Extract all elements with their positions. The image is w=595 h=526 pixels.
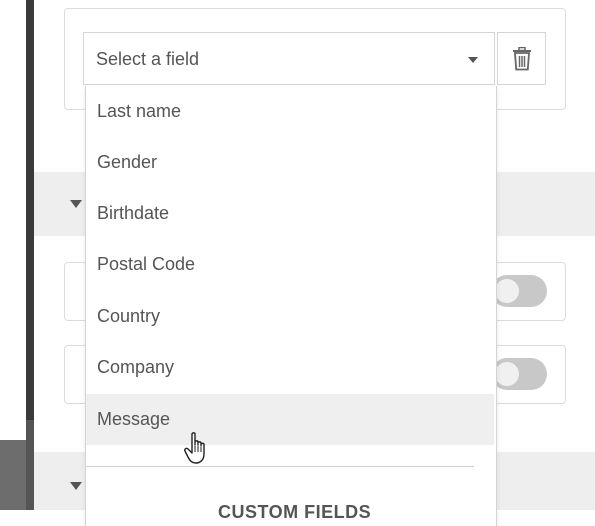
dropdown-option[interactable]: Postal Code <box>86 239 494 290</box>
dropdown-option-hovered[interactable]: Message <box>86 394 494 445</box>
hand-pointer-cursor-icon <box>184 432 205 464</box>
scrollbar-track <box>26 420 34 510</box>
toggle-switch-2[interactable] <box>491 358 547 390</box>
left-panel-edge <box>0 0 26 510</box>
toggle-knob <box>495 362 519 386</box>
dropdown-option[interactable]: Country <box>86 291 494 342</box>
field-select-value: Select a field <box>96 49 200 69</box>
delete-field-button[interactable] <box>497 32 546 85</box>
dropdown-section-title: CUSTOM FIELDS <box>218 502 372 522</box>
dropdown-option[interactable]: Company <box>86 342 494 393</box>
field-select[interactable]: Select a field <box>83 32 495 85</box>
dropdown-option[interactable]: Last name <box>86 86 494 137</box>
caret-down-icon[interactable] <box>70 200 82 208</box>
chevron-down-icon <box>468 57 478 63</box>
dropdown-option[interactable]: Gender <box>86 137 494 188</box>
dropdown-divider <box>86 466 474 467</box>
trash-icon <box>513 47 531 71</box>
dropdown-option[interactable]: Birthdate <box>86 188 494 239</box>
toggle-knob <box>495 279 519 303</box>
field-dropdown-menu: Last name Gender Birthdate Postal Code C… <box>85 86 497 526</box>
panel-divider <box>26 0 34 430</box>
caret-down-icon[interactable] <box>70 482 82 490</box>
toggle-switch-1[interactable] <box>491 275 547 307</box>
